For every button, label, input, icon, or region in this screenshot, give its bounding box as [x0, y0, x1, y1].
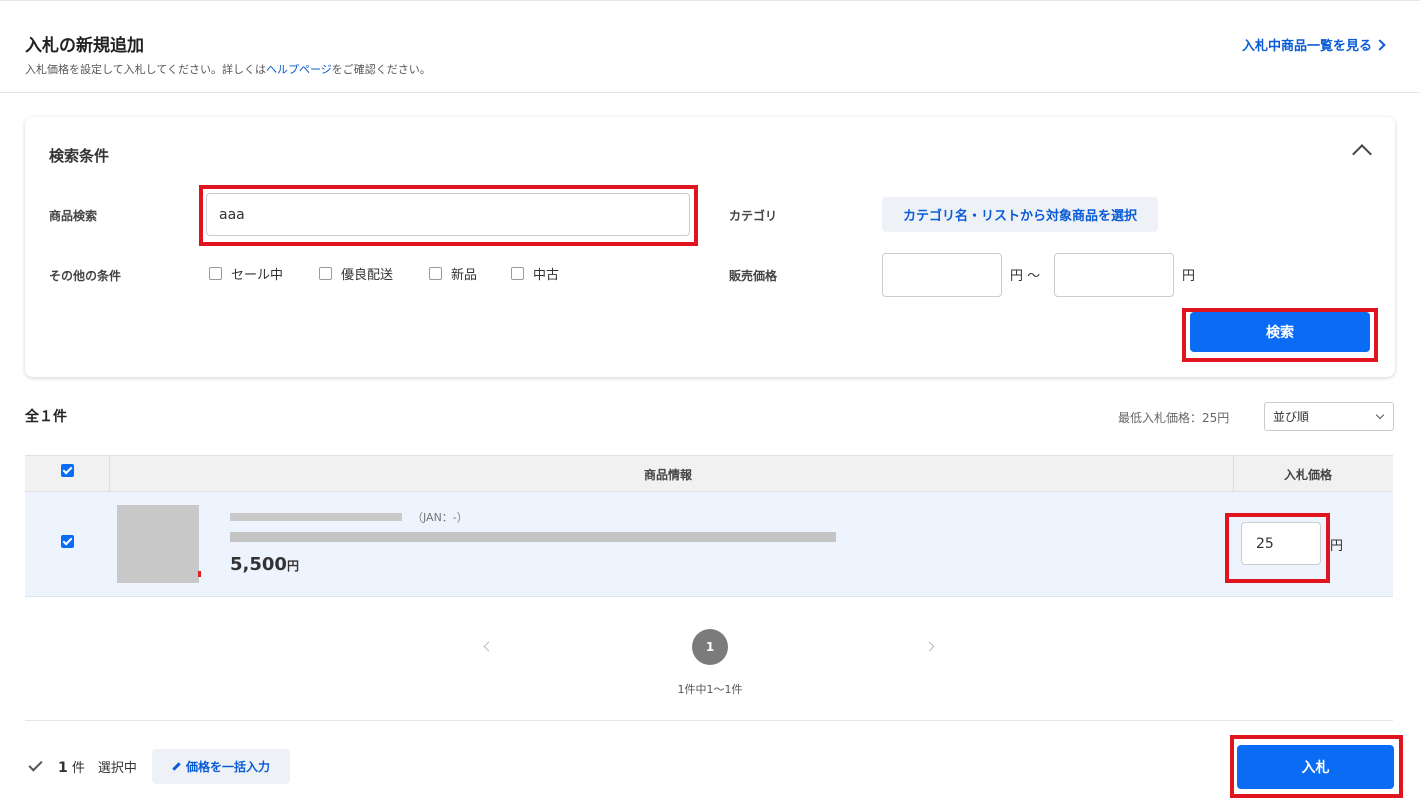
pager-info: 1件中1〜1件 [677, 683, 743, 696]
product-name-link[interactable] [230, 532, 836, 542]
table-row: （JAN：-） 5,500円 円 [25, 492, 1393, 597]
footer-divider [25, 720, 1393, 721]
page-title: 入札の新規追加 [25, 36, 144, 56]
select-all-checkbox[interactable] [61, 464, 74, 477]
pencil-icon [172, 762, 181, 771]
chevron-right-icon [1374, 39, 1386, 51]
checkbox-unchecked-icon [511, 267, 524, 280]
option-good-delivery[interactable]: 優良配送 [319, 264, 393, 283]
price-max-input[interactable] [1054, 253, 1174, 297]
option-used-label: 中古 [533, 268, 560, 283]
selected-count-number: 1 [58, 760, 68, 776]
bulk-price-button[interactable]: 価格を一括入力 [152, 749, 290, 784]
redacted-text [230, 513, 402, 521]
subtitle-text-before: 入札価格を設定して入札してください。詳しくは [25, 63, 267, 76]
subtitle-text-after: をご確認ください。 [331, 63, 431, 76]
pager-page-1[interactable]: 1 [692, 629, 728, 665]
bulk-price-button-label: 価格を一括入力 [185, 760, 270, 774]
page: 入札の新規追加 入札価格を設定して入札してください。詳しくはヘルプページをご確認… [0, 0, 1420, 800]
option-used[interactable]: 中古 [511, 264, 559, 283]
price-max-unit: 円 [1182, 269, 1196, 284]
bid-price-input[interactable] [1241, 522, 1321, 565]
option-new[interactable]: 新品 [429, 264, 477, 283]
column-header-bid-price: 入札価格 [1284, 468, 1333, 482]
bidding-list-link-label: 入札中商品一覧を見る [1241, 39, 1372, 54]
page-subtitle: 入札価格を設定して入札してください。詳しくはヘルプページをご確認ください。 [25, 61, 431, 77]
product-search-label: 商品検索 [49, 209, 98, 223]
checkbox-unchecked-icon [319, 267, 332, 280]
option-sale[interactable]: セール中 [209, 264, 283, 283]
option-new-label: 新品 [451, 268, 478, 283]
bid-price-unit: 円 [1330, 539, 1344, 554]
column-divider [1233, 456, 1234, 492]
pager-prev-icon[interactable] [483, 641, 494, 652]
column-divider [109, 456, 110, 492]
check-icon [28, 757, 43, 772]
sort-select-value: 並び順 [1273, 410, 1310, 424]
product-thumbnail[interactable] [117, 505, 201, 583]
product-code: （JAN：-） [230, 509, 468, 525]
checkbox-unchecked-icon [429, 267, 442, 280]
category-label: カテゴリ [729, 209, 778, 223]
bidding-list-link[interactable]: 入札中商品一覧を見る [1241, 35, 1386, 54]
search-button[interactable]: 検索 [1190, 312, 1370, 352]
selected-count: 1 件 選択中 [58, 757, 137, 776]
option-sale-label: セール中 [231, 268, 284, 283]
row-checkbox[interactable] [61, 535, 74, 548]
option-good-delivery-label: 優良配送 [341, 268, 394, 283]
thumbnail-marker [198, 571, 201, 577]
help-page-link[interactable]: ヘルプページ [266, 63, 332, 76]
checkbox-unchecked-icon [209, 267, 222, 280]
page-header: 入札の新規追加 入札価格を設定して入札してください。詳しくはヘルプページをご確認… [0, 0, 1420, 93]
price-min-input[interactable] [882, 253, 1002, 297]
product-price-value: 5,500 [230, 554, 287, 575]
price-separator: 円 ～ [1010, 269, 1041, 284]
column-header-info: 商品情報 [644, 468, 693, 482]
product-price: 5,500円 [230, 554, 299, 575]
sort-select[interactable]: 並び順 [1264, 402, 1394, 431]
search-conditions-card: 検索条件 商品検索 カテゴリ カテゴリ名・リストから対象商品を選択 その他の条件… [25, 117, 1395, 377]
category-select-button[interactable]: カテゴリ名・リストから対象商品を選択 [882, 197, 1158, 232]
product-jan: （JAN：-） [412, 511, 468, 524]
chevron-up-icon[interactable] [1352, 144, 1372, 164]
min-bid-price: 最低入札価格：25円 [1118, 411, 1230, 425]
selected-count-label: 件 選択中 [67, 761, 137, 776]
product-price-unit: 円 [286, 559, 299, 573]
search-conditions-title: 検索条件 [49, 147, 110, 165]
chevron-down-icon [1375, 410, 1385, 420]
pager-next-icon[interactable] [924, 641, 935, 652]
result-total: 全１件 [25, 409, 67, 425]
bid-button[interactable]: 入札 [1237, 745, 1394, 789]
product-search-input[interactable] [206, 193, 690, 236]
table-header: 商品情報 入札価格 [25, 455, 1393, 492]
sale-price-label: 販売価格 [729, 269, 778, 283]
other-conditions-label: その他の条件 [49, 269, 122, 283]
